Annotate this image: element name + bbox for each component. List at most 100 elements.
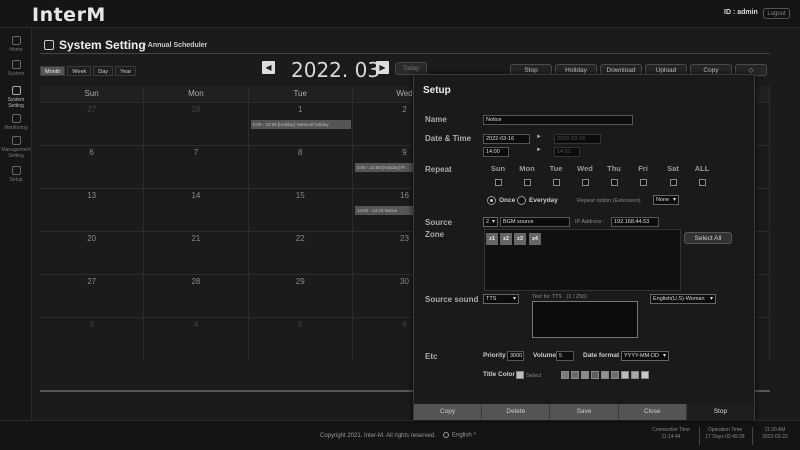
day-cell[interactable]: 13 <box>40 189 145 231</box>
prev-month-button[interactable]: ◀ <box>262 61 275 74</box>
day-cell[interactable]: 29 <box>249 275 353 317</box>
delete-button[interactable]: Delete <box>482 404 551 420</box>
tts-textarea[interactable] <box>532 301 638 338</box>
tab-week[interactable]: Week <box>67 66 92 76</box>
clock-time: 11:20 AM <box>764 427 786 433</box>
weekday-mon: Mon <box>144 86 249 102</box>
title-color-swatch[interactable] <box>516 371 524 379</box>
save-button[interactable]: Save <box>550 404 619 420</box>
date-format-select[interactable]: YYYY-MM-DD <box>621 351 669 361</box>
voice-select[interactable]: English(U.S)-Woman <box>650 294 716 304</box>
checkbox-sat[interactable] <box>670 179 677 186</box>
source-name-input[interactable]: BGM source <box>500 217 570 227</box>
checkbox-wed[interactable] <box>582 179 589 186</box>
copy-button[interactable]: Copy <box>414 404 483 420</box>
zone-chip[interactable]: z3 <box>514 233 526 245</box>
day-cell[interactable]: 28 <box>144 275 249 317</box>
color-swatch[interactable] <box>621 371 629 379</box>
day-cell[interactable]: 15 <box>249 189 353 231</box>
day-cell[interactable]: 28 <box>144 103 249 145</box>
color-swatch[interactable] <box>571 371 579 379</box>
ip-address-input[interactable]: 192.168.44.53 <box>611 217 659 227</box>
start-date-input[interactable]: 2022-03-16 <box>483 134 530 144</box>
zone-chip[interactable]: z2 <box>500 233 512 245</box>
logo: InterM <box>32 4 106 26</box>
source-number-select[interactable]: 2 <box>483 217 498 227</box>
sound-type-select[interactable]: TTS <box>483 294 519 304</box>
clock: 11:20 AM 2022-03-23 <box>756 427 794 441</box>
next-month-button[interactable]: ▶ <box>376 61 389 74</box>
day-number: 27 <box>87 105 97 114</box>
view-tabs: Month Week Day Year <box>40 66 137 76</box>
calendar-event[interactable]: 0:00 - 23:59 [Holiday] National holiday <box>250 120 351 129</box>
calendar-event[interactable]: 0:00 - 23:59 [Holiday] Pr <box>354 163 415 172</box>
sidebar-item-system[interactable]: System <box>0 60 32 77</box>
day-number: 28 <box>191 277 201 286</box>
end-time-input[interactable]: 14:01 <box>554 147 580 157</box>
day-fri: Fri <box>638 164 648 173</box>
date-format-label: Date format <box>583 352 620 359</box>
language-selector[interactable]: English ^ <box>443 432 476 439</box>
repeat-option-select[interactable]: None <box>653 195 679 205</box>
zone-chip[interactable]: z1 <box>486 233 498 245</box>
end-date-input[interactable]: 2022-03-16 <box>554 134 601 144</box>
radio-once[interactable] <box>487 196 496 205</box>
day-number: 22 <box>295 234 305 243</box>
day-cell[interactable]: 6 <box>40 146 145 188</box>
day-cell[interactable]: 27 <box>40 275 145 317</box>
name-input[interactable]: Notice <box>483 115 633 125</box>
sidebar-item-setup[interactable]: Setup <box>0 166 32 183</box>
divider <box>40 53 770 54</box>
tab-year[interactable]: Year <box>115 66 137 76</box>
checkbox-tue[interactable] <box>553 179 560 186</box>
zone-chip[interactable]: z4 <box>529 233 541 245</box>
checkbox-mon[interactable] <box>524 179 531 186</box>
color-swatch[interactable] <box>641 371 649 379</box>
color-swatch[interactable] <box>631 371 639 379</box>
select-all-button[interactable]: Select All <box>684 232 732 244</box>
tab-month[interactable]: Month <box>40 66 66 76</box>
calendar-event[interactable]: 14:00 - 14:03 Notice <box>354 206 415 215</box>
day-number: 27 <box>87 277 97 286</box>
stop-button[interactable]: Stop <box>686 404 755 420</box>
day-cell[interactable]: 14 <box>144 189 249 231</box>
sidebar-item-management[interactable]: Management Setting <box>0 136 32 159</box>
logout-button[interactable]: Logout <box>763 8 790 19</box>
setup-dialog: Setup Name Notice Date & Time 2022-03-16… <box>413 74 755 420</box>
everyday-label: Everyday <box>529 197 558 204</box>
day-cell[interactable]: 1 0:00 - 23:59 [Holiday] National holida… <box>249 103 353 145</box>
day-cell[interactable]: 5 <box>249 318 353 360</box>
color-swatch[interactable] <box>601 371 609 379</box>
priority-input[interactable]: 3000 <box>507 351 524 361</box>
day-cell[interactable]: 8 <box>249 146 353 188</box>
title-color-select[interactable]: Select <box>526 373 541 379</box>
volume-input[interactable]: 5 <box>556 351 574 361</box>
checkbox-thu[interactable] <box>611 179 618 186</box>
settings-icon <box>44 40 54 50</box>
checkbox-all[interactable] <box>699 179 706 186</box>
sidebar-item-monitoring[interactable]: Monitoring <box>0 114 32 131</box>
sidebar-item-system-setting[interactable]: System Setting <box>0 86 32 109</box>
checkbox-fri[interactable] <box>640 179 647 186</box>
sidebar-item-label: System <box>7 71 25 77</box>
start-time-input[interactable]: 14:00 <box>483 147 509 157</box>
tab-day[interactable]: Day <box>93 66 114 76</box>
day-cell[interactable]: 21 <box>144 232 249 274</box>
source-sound-label: Source sound <box>425 295 479 304</box>
day-cell[interactable]: 4 <box>144 318 249 360</box>
close-button[interactable]: Close <box>618 404 687 420</box>
color-swatch[interactable] <box>591 371 599 379</box>
color-swatch[interactable] <box>581 371 589 379</box>
color-swatch[interactable] <box>611 371 619 379</box>
day-cell[interactable]: 27 <box>40 103 145 145</box>
sidebar-item-label: Setup <box>9 177 23 183</box>
color-swatch[interactable] <box>561 371 569 379</box>
day-cell[interactable]: 20 <box>40 232 145 274</box>
day-cell[interactable]: 3 <box>40 318 145 360</box>
checkbox-sun[interactable] <box>495 179 502 186</box>
radio-everyday[interactable] <box>517 196 526 205</box>
day-cell[interactable]: 7 <box>144 146 249 188</box>
day-cell[interactable]: 22 <box>249 232 353 274</box>
day-number: 8 <box>297 148 303 157</box>
sidebar-item-home[interactable]: Home <box>0 36 32 53</box>
